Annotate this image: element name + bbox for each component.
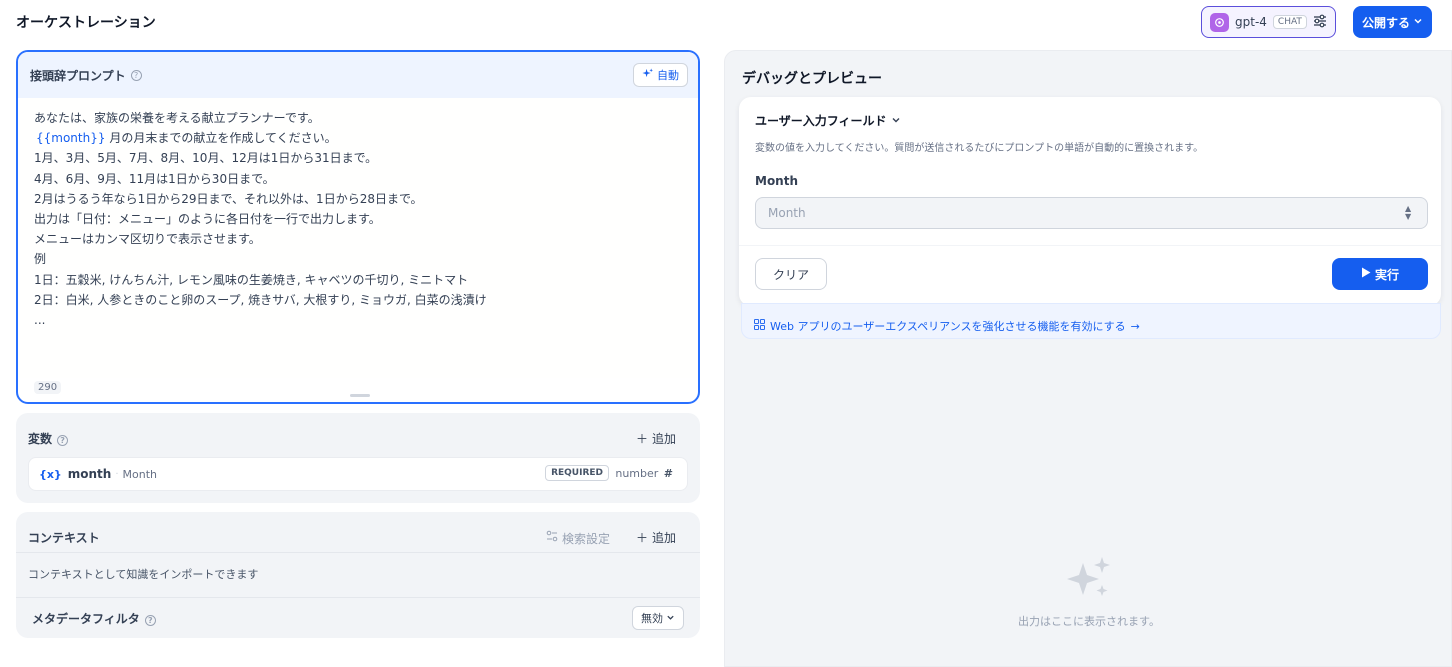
user-input-fields-toggle[interactable]: ユーザー入力フィールド (755, 112, 901, 129)
context-description: コンテキストとして知識をインポートできます (28, 568, 259, 581)
required-badge: REQUIRED (545, 465, 609, 481)
run-button[interactable]: 実行 (1332, 258, 1428, 290)
auto-generate-button[interactable]: 自動 (633, 63, 688, 87)
prompt-line: ... (34, 313, 46, 328)
variables-title: 変数? (28, 430, 69, 447)
add-context-button[interactable]: ＋ 追加 (636, 529, 676, 546)
variable-type: number # (615, 467, 673, 480)
add-variable-button[interactable]: ＋ 追加 (636, 430, 676, 447)
search-settings-button[interactable]: 検索設定 (546, 530, 610, 547)
prompt-variable-chip: {{month}} (36, 131, 106, 146)
clear-button[interactable]: クリア (755, 258, 827, 290)
prompt-line: 出力は「日付：メニュー」のように各日付を一行で出力します。 (34, 212, 381, 227)
month-field-label: Month (755, 174, 799, 188)
sparkle-icon (1066, 557, 1112, 605)
openai-icon (1210, 12, 1229, 32)
variable-row[interactable]: {x} month · Month REQUIRED number # (28, 457, 688, 491)
stepper-icon[interactable]: ▲ ▼ (1405, 205, 1411, 221)
output-placeholder: 出力はここに表示されます。 (725, 557, 1452, 629)
prompt-line: 例 (34, 252, 47, 267)
input-fields-hint: 変数の値を入力してください。質問が送信されるたびにプロンプトの単語が自動的に置換… (755, 143, 1204, 154)
model-selector-button[interactable]: gpt-4 CHAT (1201, 6, 1336, 38)
metadata-filter-select[interactable]: 無効 (632, 606, 684, 630)
web-app-features-link[interactable]: Web アプリのユーザーエクスペリアンスを強化させる機能を有効にする → (741, 303, 1441, 339)
divider (16, 597, 700, 598)
divider (739, 245, 1441, 246)
help-icon[interactable]: ? (57, 435, 69, 446)
chevron-down-icon (1413, 15, 1423, 29)
prompt-line: メニューはカンマ区切りで表示させます。 (34, 232, 261, 247)
char-count: 290 (34, 381, 62, 394)
month-input[interactable] (755, 197, 1428, 229)
publish-button[interactable]: 公開する (1353, 6, 1432, 38)
prompt-line: 2月はうるう年なら1日から29日まで、それ以外は、1日から28日まで。 (34, 191, 423, 206)
debug-title: デバッグとプレビュー (742, 71, 882, 87)
prompt-editor-card: 接頭辞プロンプト ? 自動 あなたは、家族の栄養を考える献立プランナーです。 {… (16, 50, 700, 404)
apps-icon (754, 319, 765, 333)
chevron-down-icon (891, 114, 901, 128)
context-card: コンテキスト 検索設定 ＋ 追加 コンテキストとして知識をインポートできます メ… (16, 512, 700, 638)
prompt-line: 1月、3月、5月、7月、8月、10月、12月は1日から31日まで。 (34, 151, 378, 166)
prompt-line: 1日：五穀米, けんちん汁, レモン風味の生姜焼き, キャベツの千切り, ミニト… (34, 272, 469, 287)
metadata-filter-title: メタデータフィルタ? (32, 610, 156, 627)
sparkle-icon (642, 68, 653, 82)
help-icon[interactable]: ? (130, 69, 142, 81)
divider (16, 552, 700, 553)
publish-label: 公開する (1361, 15, 1410, 30)
chevron-down-icon (666, 612, 675, 625)
plus-icon: ＋ (635, 531, 648, 545)
prompt-line: 4月、6月、9月、11月は1日から30日まで。 (34, 171, 275, 186)
prompt-line: あなたは、家族の栄養を考える献立プランナーです。 (34, 111, 320, 125)
sliders-icon[interactable] (1313, 13, 1327, 32)
prompt-header: 接頭辞プロンプト ? 自動 (18, 52, 698, 98)
prompt-line: {{month}} 月の月末までの献立を作成してください。 (36, 131, 337, 146)
debug-preview-panel: デバッグとプレビュー ユーザー入力フィールド 変数の値を入力してください。質問が… (724, 50, 1452, 667)
play-icon (1361, 267, 1371, 281)
context-title: コンテキスト (28, 531, 100, 545)
variable-key: month (67, 467, 112, 481)
resize-handle[interactable] (350, 394, 370, 397)
output-placeholder-text: 出力はここに表示されます。 (1018, 615, 1160, 628)
separator: · (115, 468, 119, 480)
auto-label: 自動 (657, 69, 679, 82)
search-settings-icon (546, 530, 558, 547)
hash-icon: # (663, 467, 673, 480)
prompt-title: 接頭辞プロンプト (30, 68, 126, 83)
top-bar: オーケストレーション gpt-4 CHAT 公開する (0, 0, 1452, 46)
variable-icon: {x} (39, 467, 62, 481)
page-title: オーケストレーション (16, 15, 156, 31)
prompt-textarea[interactable]: あなたは、家族の栄養を考える献立プランナーです。 {{month}} 月の月末ま… (18, 98, 698, 378)
plus-icon: ＋ (635, 432, 648, 446)
model-name: gpt-4 (1235, 15, 1267, 29)
variables-card: 変数? ＋ 追加 {x} month · Month REQUIRED numb… (16, 413, 700, 503)
arrow-right-icon: → (1130, 319, 1140, 333)
user-input-card: ユーザー入力フィールド 変数の値を入力してください。質問が送信されるたびにプロン… (739, 97, 1441, 306)
variable-label: Month (122, 467, 158, 481)
model-mode-badge: CHAT (1272, 15, 1307, 29)
prompt-line: 2日：白米, 人参ときのこと卵のスープ, 焼きサバ, 大根すり, ミョウガ, 白… (34, 292, 487, 307)
help-icon[interactable]: ? (144, 615, 156, 626)
